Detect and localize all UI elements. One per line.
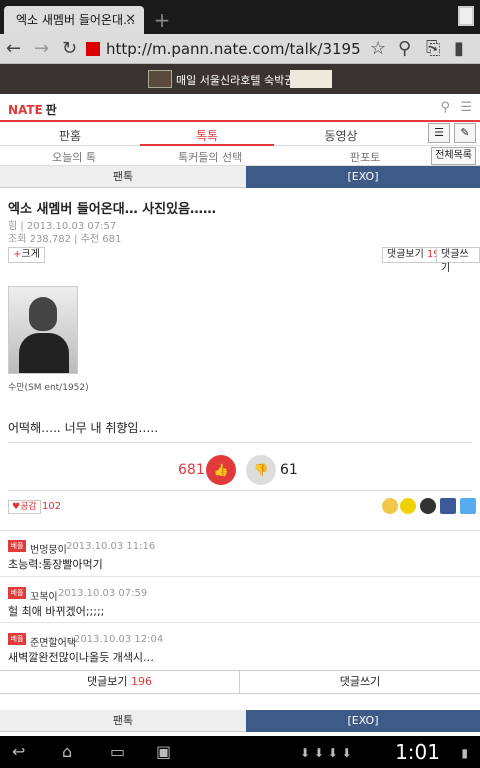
divider (8, 490, 472, 491)
exit-icon[interactable]: ⎘ (426, 37, 440, 61)
best-badge: 베플 (8, 633, 26, 645)
recent-apps-icon[interactable]: ▭ (110, 742, 125, 761)
comment-text: 헐 최애 바뀌겠어;;;;; (8, 605, 105, 618)
upvote-count: 681 (178, 462, 205, 478)
comment-date: 2013.10.03 07:59 (58, 588, 148, 599)
all-list-button[interactable]: 전체목록 (431, 147, 476, 165)
write-icon[interactable]: ✎ (454, 123, 476, 143)
forward-icon[interactable]: → (34, 37, 49, 61)
vote-area: 681 👍추천 👎반대 61 (0, 452, 480, 488)
facebook-icon[interactable] (440, 498, 456, 514)
tab-today-talk[interactable]: 오늘의 톡 (52, 149, 96, 165)
back-icon[interactable]: ← (6, 37, 21, 61)
breadcrumb-category[interactable]: 팬톡 (0, 166, 246, 188)
new-tab-icon[interactable]: + (150, 8, 174, 32)
view-comments-label: 댓글보기 (387, 249, 424, 260)
view-label: 댓글보기 (87, 675, 128, 688)
downvote-count: 61 (280, 462, 298, 478)
favicon-icon (86, 42, 100, 56)
url-text: http://m.pann.nate.com/talk/319526275 (106, 40, 360, 58)
reload-icon[interactable]: ↻ (62, 37, 77, 61)
like-count: 102 (42, 501, 62, 512)
comment-author[interactable]: 준면할어택 (30, 634, 76, 649)
status-indicator-icon (458, 6, 474, 26)
photo-head (29, 297, 57, 331)
comment-item: 베플 번멍뭉이 2013.10.03 11:16 초능력:통장빨아먹기 (0, 530, 480, 574)
best-badge: 베플 (8, 587, 26, 599)
breadcrumb-bottom: 팬톡 [EXO] (0, 710, 480, 732)
comment-author[interactable]: 꼬복이 (30, 588, 58, 603)
url-bar[interactable]: http://m.pann.nate.com/talk/319526275 (86, 38, 360, 60)
breadcrumb-board[interactable]: [EXO] (246, 710, 480, 732)
tab-video[interactable]: 동영상 (274, 127, 408, 144)
star-icon[interactable]: ☆ (370, 37, 386, 61)
breadcrumb: 팬톡 [EXO] (0, 166, 480, 188)
divider (8, 442, 472, 443)
browser-toolbar: ← → ↻ http://m.pann.nate.com/talk/319526… (0, 34, 480, 64)
search-icon[interactable]: ⚲ (398, 37, 411, 61)
downvote-button[interactable]: 👎반대 (246, 455, 276, 485)
browser-tab-bar: 엑소 새멤버 들어온대… ✕ + (0, 0, 480, 34)
comment-date: 2013.10.03 11:16 (66, 541, 156, 552)
logo-sub: 판 (45, 103, 57, 117)
comment-text: 초능력:통장빨아먹기 (8, 558, 103, 571)
post-title: 엑소 새멤버 들어온대… 사진있음…… (8, 202, 217, 217)
ad-banner[interactable]: 매일 서울신라호텔 숙박권 받고 ! (0, 64, 480, 94)
tab-pann-photo[interactable]: 판포토 (350, 149, 380, 165)
breadcrumb-board[interactable]: [EXO] (246, 166, 480, 188)
profile-icon[interactable]: ☰ (428, 123, 450, 143)
comment-actions: 댓글보기 196 댓글쓰기 (0, 670, 480, 694)
signal-icon: ▮ (461, 746, 468, 760)
comment-text: 새벽깔완전많이나올듯 개색시… (8, 651, 155, 664)
size-label: 크게 (21, 249, 40, 260)
home-icon[interactable]: ⌂ (62, 742, 72, 761)
ad-logo (148, 70, 172, 88)
system-bar: ↩ ⌂ ▭ ▣ ⬇ ⬇ ⬇ ⬇ 1:01 ▮ (0, 736, 480, 768)
ad-image (290, 70, 332, 88)
comment-author[interactable]: 번멍뭉이 (30, 541, 67, 556)
breadcrumb-category[interactable]: 팬톡 (0, 710, 246, 732)
post-photo (8, 286, 78, 374)
nate-logo[interactable]: NATE 판 (8, 101, 57, 118)
font-size-button[interactable]: +크게 (8, 247, 45, 263)
like-label: 공감 (20, 502, 37, 512)
best-badge: 베플 (8, 540, 26, 552)
post-stats: 조회 238,782 | 추천 681 (8, 234, 122, 245)
write-comment-button[interactable]: 댓글쓰기 (240, 671, 480, 693)
download-icon: ⬇ ⬇ ⬇ ⬇ (300, 746, 352, 760)
photo-caption: 수만(SM ent/1952) (8, 383, 89, 393)
tab-title: 엑소 새멤버 들어온대… (16, 13, 135, 27)
upvote-button[interactable]: 👍추천 (206, 455, 236, 485)
tab-pann-home[interactable]: 판홈 (0, 127, 140, 144)
app-icon[interactable]: ▣ (156, 742, 171, 761)
photo-body (19, 333, 69, 373)
comment-date: 2013.10.03 12:04 (74, 634, 164, 645)
tab-talkers-choice[interactable]: 톡커들의 선택 (178, 149, 242, 165)
comment-item: 베플 꼬복이 2013.10.03 07:59 헐 최애 바뀌겠어;;;;; (0, 576, 480, 620)
browser-tab[interactable]: 엑소 새멤버 들어온대… ✕ (4, 6, 144, 34)
view-comments-button[interactable]: 댓글보기 196 (0, 671, 240, 693)
write-comment-button[interactable]: 댓글쓰기 (436, 247, 480, 274)
band-icon[interactable] (420, 498, 436, 514)
back-icon[interactable]: ↩ (12, 742, 25, 761)
post-body: 어떡해….. 너무 내 취향임….. (8, 421, 159, 435)
tab-toktok[interactable]: 톡톡 (140, 127, 274, 146)
like-button[interactable]: ♥공감 (8, 500, 41, 514)
logo-text: NATE (8, 103, 43, 117)
comment-item: 베플 준면할어택 2013.10.03 12:04 새벽깔완전많이나올듯 개색시… (0, 622, 480, 666)
kakaostory-icon[interactable] (382, 498, 398, 514)
search-icon[interactable]: ⚲ (440, 100, 450, 115)
menu-icon[interactable]: ☰ (460, 100, 472, 115)
bookmarks-icon[interactable]: ▮ (454, 37, 464, 61)
twitter-icon[interactable] (460, 498, 476, 514)
site-header: NATE 판 ⚲ ☰ (0, 94, 480, 122)
primary-nav: 판홈 톡톡 동영상 ☰ ✎ (0, 122, 480, 146)
close-tab-icon[interactable]: ✕ (125, 6, 136, 34)
bottom-count: 196 (130, 675, 152, 688)
clock: 1:01 (395, 740, 440, 764)
secondary-nav: 오늘의 톡 톡커들의 선택 판포토 전체목록 (0, 146, 480, 166)
kakaotalk-icon[interactable] (400, 498, 416, 514)
